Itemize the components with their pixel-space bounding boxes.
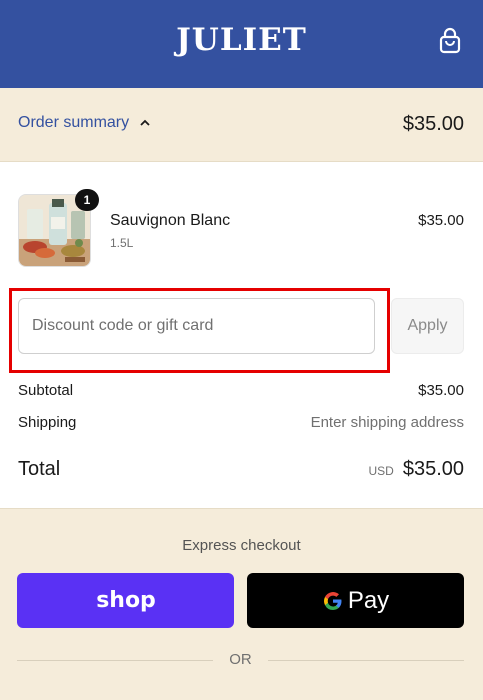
express-checkout-title: Express checkout [182,537,301,554]
order-summary-total: $35.00 [402,113,464,135]
express-checkout-section: Express checkout shop Pay OR [0,508,483,700]
chevron-up-icon [140,119,150,126]
cart-button[interactable] [436,26,464,58]
subtotal-value: $35.00 [418,382,464,399]
total-amount-group: USD $35.00 [368,458,464,481]
shipping-value: Enter shipping address [310,414,464,431]
shipping-label: Shipping [18,414,77,431]
line-item: 1 Sauvignon Blanc 1.5L $35.00 [18,189,464,270]
google-pay-button[interactable]: Pay [247,573,464,628]
site-header: JULIET [0,0,483,88]
or-divider: OR [17,651,464,671]
shipping-row: Shipping Enter shipping address [18,414,464,431]
product-price: $35.00 [418,212,464,229]
order-summary-toggle[interactable]: Order summary [18,114,152,132]
or-label: OR [229,651,252,668]
product-name: Sauvignon Blanc [110,212,231,229]
subtotal-label: Subtotal [18,382,74,399]
google-pay-label: Pay [347,586,390,614]
order-summary-label: Order summary [18,114,130,131]
subtotal-row: Subtotal $35.00 [18,382,464,399]
shop-pay-logo: shop [96,588,156,613]
order-summary-bar: Order summary $35.00 [0,88,483,162]
total-label: Total [18,458,61,480]
quantity-badge: 1 [75,189,99,211]
total-value: $35.00 [402,458,464,480]
store-logo[interactable]: JULIET [0,22,483,58]
svg-text:shop: shop [96,588,156,613]
shopping-bag-icon [439,27,461,54]
total-row: Total USD $35.00 [18,458,464,481]
shop-pay-button[interactable]: shop [17,573,234,628]
google-g-icon [323,591,342,610]
apply-button[interactable]: Apply [391,298,464,354]
product-variant: 1.5L [110,236,134,250]
discount-code-input[interactable] [18,298,375,354]
currency-code: USD [368,464,394,478]
